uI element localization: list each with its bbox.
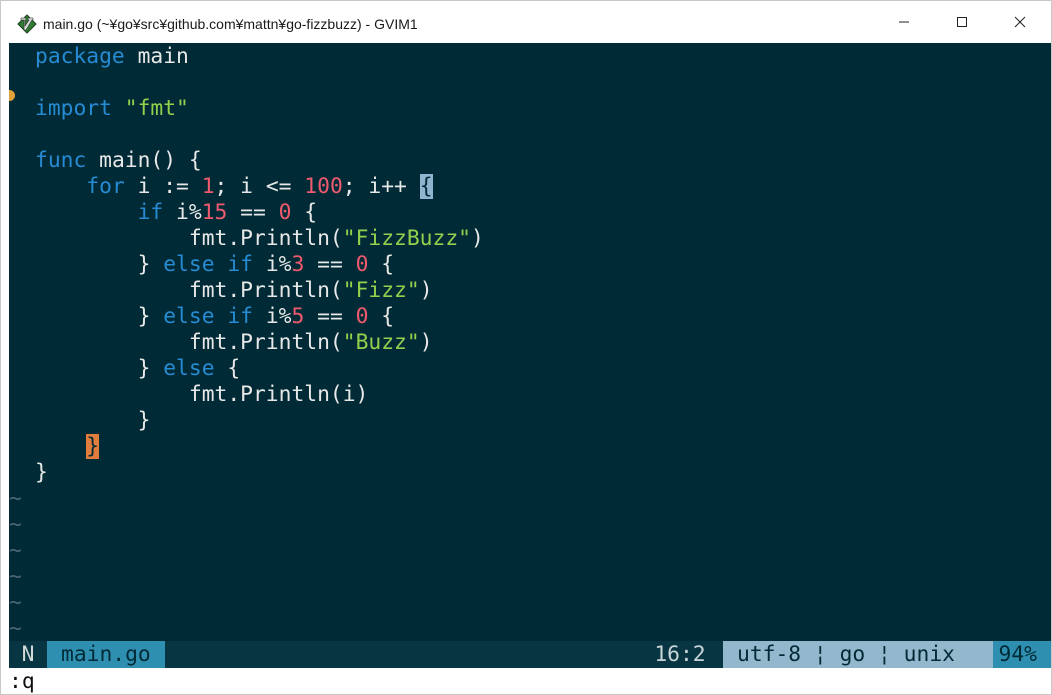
code-line-6: for i := 1; i <= 100; i++ { — [86, 174, 433, 199]
code-line-16: } — [35, 434, 100, 460]
empty-line-marker: ~ — [9, 486, 22, 511]
empty-line-marker: ~ — [9, 564, 22, 589]
title-bar[interactable]: main.go (~¥go¥src¥github.com¥mattn¥go-fi… — [1, 1, 1051, 43]
code-line-5: func main() { — [35, 148, 202, 173]
empty-line-marker: ~ — [9, 616, 22, 641]
empty-line-marker: ~ — [9, 538, 22, 563]
scroll-percent: 94% — [993, 641, 1051, 668]
mode-indicator: N — [9, 641, 47, 668]
left-frame — [1, 43, 9, 694]
code-line-9: } else if i%3 == 0 { — [137, 252, 395, 277]
code-line-17: } — [35, 460, 48, 485]
code-line-7: if i%15 == 0 { — [137, 200, 318, 225]
gvim-window: main.go (~¥go¥src¥github.com¥mattn¥go-fi… — [0, 0, 1052, 695]
cursor-position: 16:2 — [637, 641, 723, 668]
maximize-button[interactable] — [933, 1, 991, 43]
matching-brace: } — [86, 434, 100, 459]
status-line: N main.go 16:2 utf-8 ¦ go ¦ unix 94% — [9, 641, 1051, 668]
window-title: main.go (~¥go¥src¥github.com¥mattn¥go-fi… — [43, 16, 418, 32]
code-line-12: fmt.Println("Buzz") — [188, 330, 433, 355]
maximize-icon — [957, 17, 967, 27]
file-encoding-info: utf-8 ¦ go ¦ unix — [723, 641, 993, 668]
status-filename: main.go — [47, 641, 165, 668]
code-line-13: } else { — [137, 356, 241, 381]
command-line[interactable]: :q — [9, 668, 1051, 694]
close-icon — [1014, 16, 1026, 28]
code-line-10: fmt.Println("Fizz") — [188, 278, 433, 303]
empty-line-marker: ~ — [9, 512, 22, 537]
text-cursor: { — [419, 174, 433, 199]
close-button[interactable] — [991, 1, 1049, 43]
empty-line-marker: ~ — [9, 590, 22, 615]
code-line-1: package main — [35, 44, 189, 69]
code-line-15: } — [137, 408, 151, 433]
vim-logo-icon — [17, 14, 37, 34]
code-line-14: fmt.Println(i) — [188, 382, 369, 407]
code-line-11: } else if i%5 == 0 { — [137, 304, 395, 329]
code-line-8: fmt.Println("FizzBuzz") — [188, 226, 484, 251]
minimize-icon — [899, 21, 909, 23]
code-line-3: import "fmt" — [35, 96, 189, 121]
editor-text-area[interactable]: package main import "fmt" func main() { … — [9, 43, 1051, 641]
minimize-button[interactable] — [875, 1, 933, 43]
sign-marker — [9, 90, 15, 101]
